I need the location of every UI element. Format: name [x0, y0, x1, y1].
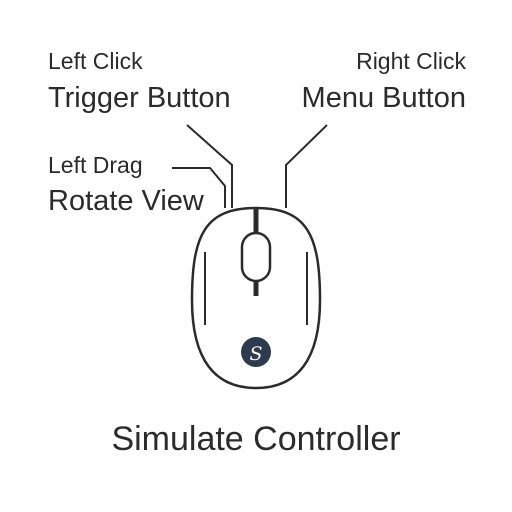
scroll-wheel [240, 231, 272, 283]
footer-title: Simulate Controller [111, 420, 401, 458]
logo-badge-icon: S [241, 337, 271, 367]
left-drag-leader-line [172, 167, 226, 208]
right-click-leader-line [285, 124, 328, 208]
logo-letter: S [249, 343, 262, 365]
